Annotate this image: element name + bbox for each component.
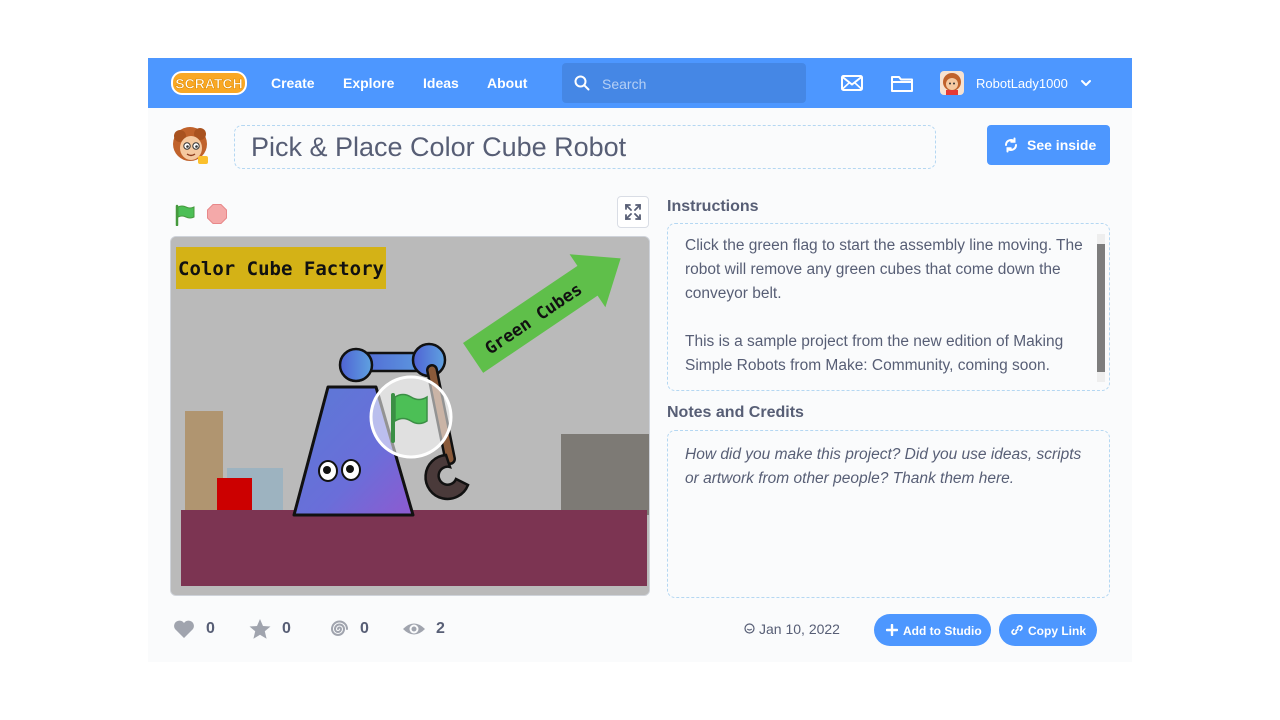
copy-link-label: Copy Link xyxy=(1028,624,1087,638)
add-to-studio-label: Add to Studio xyxy=(903,624,982,638)
share-date-text: Jan 10, 2022 xyxy=(759,621,840,637)
green-flag-icon[interactable] xyxy=(174,204,196,226)
instructions-scrollbar[interactable] xyxy=(1097,244,1105,372)
play-overlay-flag-icon[interactable] xyxy=(369,375,453,459)
fullscreen-icon xyxy=(625,204,641,220)
notes-heading: Notes and Credits xyxy=(667,404,804,421)
see-inside-icon xyxy=(1005,137,1017,153)
svg-text:Color Cube Factory: Color Cube Factory xyxy=(178,258,384,280)
nav-explore[interactable]: Explore xyxy=(343,58,394,108)
factory-sign: Color Cube Factory xyxy=(176,247,386,289)
instructions-box[interactable]: Click the green flag to start the assemb… xyxy=(667,223,1110,391)
see-inside-label: See inside xyxy=(1027,137,1097,153)
svg-text:SCRATCH: SCRATCH xyxy=(175,76,242,92)
chevron-down-icon xyxy=(1081,80,1091,86)
remix-spiral-icon xyxy=(330,620,348,636)
nav-ideas[interactable]: Ideas xyxy=(423,58,459,108)
creator-avatar[interactable] xyxy=(170,124,214,168)
grey-box xyxy=(561,434,649,515)
remix-count: 0 xyxy=(360,620,369,637)
navbar: SCRATCH Create Explore Ideas About Searc… xyxy=(148,58,1132,108)
my-stuff-folder-icon[interactable] xyxy=(890,72,914,94)
fullscreen-button[interactable] xyxy=(617,196,649,228)
instructions-text: Click the green flag to start the assemb… xyxy=(685,237,1083,374)
instructions-heading: Instructions xyxy=(667,198,759,215)
messages-icon[interactable] xyxy=(840,72,864,94)
nav-about[interactable]: About xyxy=(487,58,527,108)
scratch-logo[interactable]: SCRATCH xyxy=(170,69,248,97)
conveyor-belt xyxy=(181,510,647,586)
project-page: SCRATCH Create Explore Ideas About Searc… xyxy=(148,58,1132,662)
copy-link-button[interactable]: Copy Link xyxy=(999,614,1097,646)
heart-icon xyxy=(174,620,194,638)
views-count: 2 xyxy=(436,620,445,637)
search-input[interactable] xyxy=(600,63,800,105)
stage-canvas: Color Cube Factory Green Cubes xyxy=(171,237,649,595)
notes-box[interactable]: How did you make this project? Did you u… xyxy=(667,430,1110,598)
see-inside-button[interactable]: See inside xyxy=(987,125,1110,165)
project-stage[interactable]: Color Cube Factory Green Cubes xyxy=(170,236,650,596)
notes-placeholder: How did you make this project? Did you u… xyxy=(685,446,1082,487)
search-icon xyxy=(574,75,590,91)
search-bar xyxy=(562,63,806,105)
eye-icon xyxy=(403,623,425,635)
plus-icon xyxy=(886,624,898,636)
red-cube xyxy=(217,478,252,510)
add-to-studio-button[interactable]: Add to Studio xyxy=(874,614,991,646)
star-icon xyxy=(249,619,271,639)
user-avatar xyxy=(940,71,964,95)
project-title-input[interactable]: Pick & Place Color Cube Robot xyxy=(234,125,936,169)
clock-icon xyxy=(744,623,755,634)
username: RobotLady1000 xyxy=(976,76,1068,91)
nav-create[interactable]: Create xyxy=(271,58,315,108)
favorite-count: 0 xyxy=(282,620,291,637)
stop-icon[interactable] xyxy=(207,204,227,224)
link-icon xyxy=(1011,625,1023,635)
love-count: 0 xyxy=(206,620,215,637)
